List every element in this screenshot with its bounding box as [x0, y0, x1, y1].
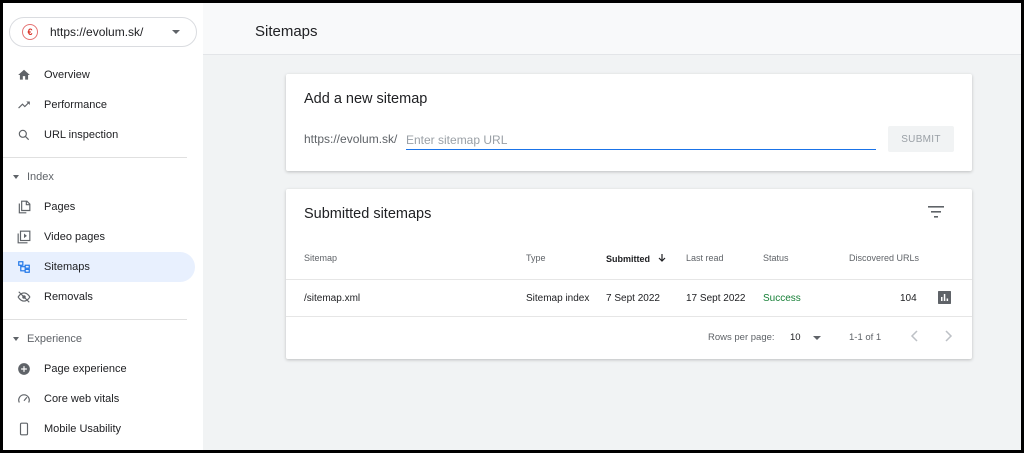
sidebar-item-video-pages[interactable]: Video pages	[3, 222, 195, 252]
sidebar-item-label: Performance	[44, 99, 107, 111]
property-selector[interactable]: € https://evolum.sk/	[9, 17, 197, 47]
sitemap-url-input[interactable]	[406, 128, 876, 150]
table-divider	[286, 279, 972, 280]
smartphone-icon	[19, 422, 29, 436]
caret-down-icon	[13, 337, 19, 341]
sidebar-section-index[interactable]: Index	[3, 166, 195, 188]
chevron-down-icon	[172, 30, 180, 34]
sidebar-item-label: Removals	[44, 291, 93, 303]
column-header-sitemap[interactable]: Sitemap	[304, 253, 337, 263]
sidebar-item-label: Overview	[44, 69, 90, 81]
submitted-date: 7 Sept 2022	[606, 293, 660, 304]
column-header-discovered-urls[interactable]: Discovered URLs	[849, 253, 919, 263]
sidebar-item-mobile-usability[interactable]: Mobile Usability	[3, 414, 195, 444]
arrow-down-icon	[658, 254, 665, 262]
property-url: https://evolum.sk/	[50, 25, 144, 39]
section-label: Experience	[27, 333, 83, 345]
sidebar-item-sitemaps[interactable]: Sitemaps	[3, 252, 195, 282]
sidebar-item-overview[interactable]: Overview	[3, 60, 195, 90]
add-sitemap-card: Add a new sitemap https://evolum.sk/ SUB…	[286, 74, 972, 171]
app-window: € https://evolum.sk/ Overview Performanc…	[3, 3, 1021, 450]
sitemap-icon	[18, 261, 30, 273]
sidebar-item-removals[interactable]: Removals	[3, 282, 195, 312]
sidebar-item-label: Video pages	[44, 231, 105, 243]
column-header-status[interactable]: Status	[763, 253, 789, 263]
sidebar-item-label: Mobile Usability	[44, 423, 122, 435]
section-label: Index	[27, 171, 54, 183]
column-header-label: Submitted	[606, 254, 650, 264]
page-title: Sitemaps	[255, 23, 318, 40]
pages-icon	[18, 200, 31, 214]
sidebar-item-label: URL inspection	[44, 129, 119, 141]
sidebar-item-performance[interactable]: Performance	[3, 90, 195, 120]
caret-down-icon	[13, 175, 19, 179]
video-page-icon	[17, 230, 31, 244]
column-header-submitted[interactable]: Submitted	[606, 253, 667, 264]
speed-gauge-icon	[18, 394, 30, 403]
filter-list-icon[interactable]	[928, 205, 944, 219]
last-read-date: 17 Sept 2022	[686, 293, 746, 304]
sidebar-item-page-experience[interactable]: Page experience	[3, 354, 195, 384]
status-badge: Success	[763, 293, 801, 304]
rows-per-page-label: Rows per page:	[708, 332, 775, 343]
visibility-off-icon	[17, 291, 31, 303]
home-icon	[18, 69, 30, 80]
sidebar-item-url-inspection[interactable]: URL inspection	[3, 120, 195, 150]
sidebar-item-pages[interactable]: Pages	[3, 192, 195, 222]
rows-per-page-select[interactable]: 10	[790, 332, 801, 343]
sidebar-item-label: Core web vitals	[44, 393, 120, 405]
discovered-urls-count: 104	[900, 293, 917, 304]
sidebar-item-label: Pages	[44, 201, 76, 213]
sidebar: € https://evolum.sk/ Overview Performanc…	[3, 3, 203, 450]
sidebar-item-label: Page experience	[44, 363, 127, 375]
submitted-sitemaps-card: Submitted sitemaps Sitemap Type Submitte…	[286, 189, 972, 359]
sidebar-divider	[3, 157, 187, 158]
submit-button[interactable]: SUBMIT	[888, 126, 954, 152]
chevron-right-icon[interactable]	[943, 330, 953, 342]
table-divider	[286, 316, 972, 317]
pagination-range: 1-1 of 1	[849, 332, 882, 343]
property-logo-icon: €	[22, 24, 38, 40]
sidebar-item-label: Sitemaps	[44, 261, 90, 273]
column-header-type[interactable]: Type	[526, 253, 546, 263]
trending-up-icon	[18, 101, 30, 109]
chevron-left-icon[interactable]	[910, 330, 920, 342]
sidebar-item-core-web-vitals[interactable]: Core web vitals	[3, 384, 195, 414]
add-circle-icon	[18, 363, 30, 375]
bar-chart-icon[interactable]	[938, 291, 951, 304]
search-icon	[18, 129, 30, 141]
sidebar-section-experience[interactable]: Experience	[3, 328, 195, 350]
chevron-down-icon[interactable]	[813, 336, 821, 340]
sitemap-type: Sitemap index	[526, 293, 590, 304]
sitemap-url-prefix: https://evolum.sk/	[304, 132, 398, 146]
page-header: Sitemaps	[203, 3, 1021, 55]
add-sitemap-title: Add a new sitemap	[304, 91, 428, 107]
column-header-last-read[interactable]: Last read	[686, 253, 724, 263]
sidebar-divider	[3, 319, 187, 320]
submitted-sitemaps-title: Submitted sitemaps	[304, 206, 432, 222]
sitemap-path: /sitemap.xml	[304, 293, 361, 304]
